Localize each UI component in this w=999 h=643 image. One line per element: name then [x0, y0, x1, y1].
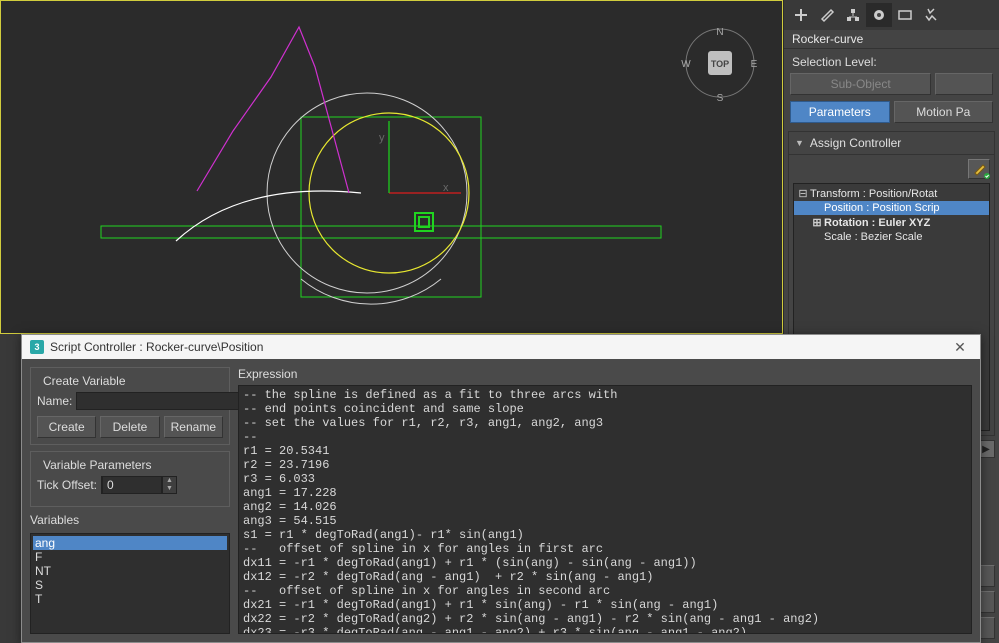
assign-controller-title: Assign Controller: [810, 136, 901, 150]
axis-y-label: y: [379, 132, 385, 144]
motion-paths-button[interactable]: Motion Pa: [894, 101, 994, 123]
assign-controller-rollout[interactable]: ▼ Assign Controller: [788, 131, 995, 155]
tick-offset-label: Tick Offset:: [37, 478, 97, 492]
create-variable-label: Create Variable: [39, 374, 130, 388]
axis-x-label: x: [443, 182, 449, 194]
sub-object-button[interactable]: Sub-Object: [790, 73, 931, 95]
parameters-button[interactable]: Parameters: [790, 101, 890, 123]
close-icon[interactable]: ✕: [948, 339, 972, 356]
variables-label: Variables: [30, 513, 230, 527]
assign-controller-button[interactable]: [968, 159, 990, 179]
tick-offset-input[interactable]: [102, 476, 162, 494]
sub-object-dropdown[interactable]: [935, 73, 993, 95]
object-name: Rocker-curve: [784, 30, 999, 49]
compass-w: W: [681, 59, 691, 70]
create-button[interactable]: Create: [37, 416, 96, 438]
var-row[interactable]: NT: [33, 564, 227, 578]
compass-n: N: [716, 27, 723, 38]
script-controller-dialog: 3 Script Controller : Rocker-curve\Posit…: [21, 334, 981, 643]
tab-motion[interactable]: [866, 3, 892, 27]
spinner-up-icon[interactable]: ▲: [162, 477, 176, 485]
variables-list[interactable]: ang F NT S T: [30, 533, 230, 634]
var-row[interactable]: T: [33, 592, 227, 606]
tab-utilities[interactable]: [918, 3, 944, 27]
delete-button[interactable]: Delete: [100, 416, 159, 438]
app-icon: 3: [30, 340, 44, 354]
compass-e: E: [751, 59, 758, 70]
rename-button[interactable]: Rename: [164, 416, 223, 438]
tree-rotation[interactable]: ⊞Rotation : Euler XYZ: [794, 215, 989, 230]
expression-label: Expression: [238, 367, 972, 381]
name-label: Name:: [37, 394, 72, 408]
tree-position[interactable]: Position : Position Scrip: [794, 201, 989, 215]
viewcube[interactable]: TOP N S E W: [680, 23, 760, 103]
dialog-titlebar[interactable]: 3 Script Controller : Rocker-curve\Posit…: [22, 335, 980, 359]
viewcube-face: TOP: [711, 59, 729, 69]
tab-display[interactable]: [892, 3, 918, 27]
create-variable-group: Create Variable Name: Create Delete Rena…: [30, 367, 230, 445]
viewport-scene: x y: [1, 1, 783, 334]
tab-hierarchy[interactable]: [840, 3, 866, 27]
variable-parameters-label: Variable Parameters: [39, 458, 156, 472]
var-row[interactable]: S: [33, 578, 227, 592]
expression-editor[interactable]: -- the spline is defined as a fit to thr…: [238, 385, 972, 634]
dialog-title: Script Controller : Rocker-curve\Positio…: [50, 340, 263, 354]
tick-offset-spinner[interactable]: ▲▼: [101, 476, 177, 494]
tab-modify[interactable]: [814, 3, 840, 27]
compass-s: S: [717, 93, 724, 103]
variable-parameters-group: Variable Parameters Tick Offset: ▲▼: [30, 451, 230, 507]
name-input[interactable]: [76, 392, 241, 410]
selection-level-label: Selection Level:: [784, 49, 999, 71]
tree-scale[interactable]: Scale : Bezier Scale: [794, 230, 989, 244]
var-row[interactable]: ang: [33, 536, 227, 550]
tab-create[interactable]: [788, 3, 814, 27]
command-tabs: [784, 0, 999, 30]
var-row[interactable]: F: [33, 550, 227, 564]
tree-transform[interactable]: ⊟Transform : Position/Rotat: [794, 186, 989, 201]
viewport[interactable]: x y TOP N S E W: [0, 0, 783, 334]
spinner-down-icon[interactable]: ▼: [162, 485, 176, 493]
rollout-caret-icon: ▼: [795, 138, 804, 148]
